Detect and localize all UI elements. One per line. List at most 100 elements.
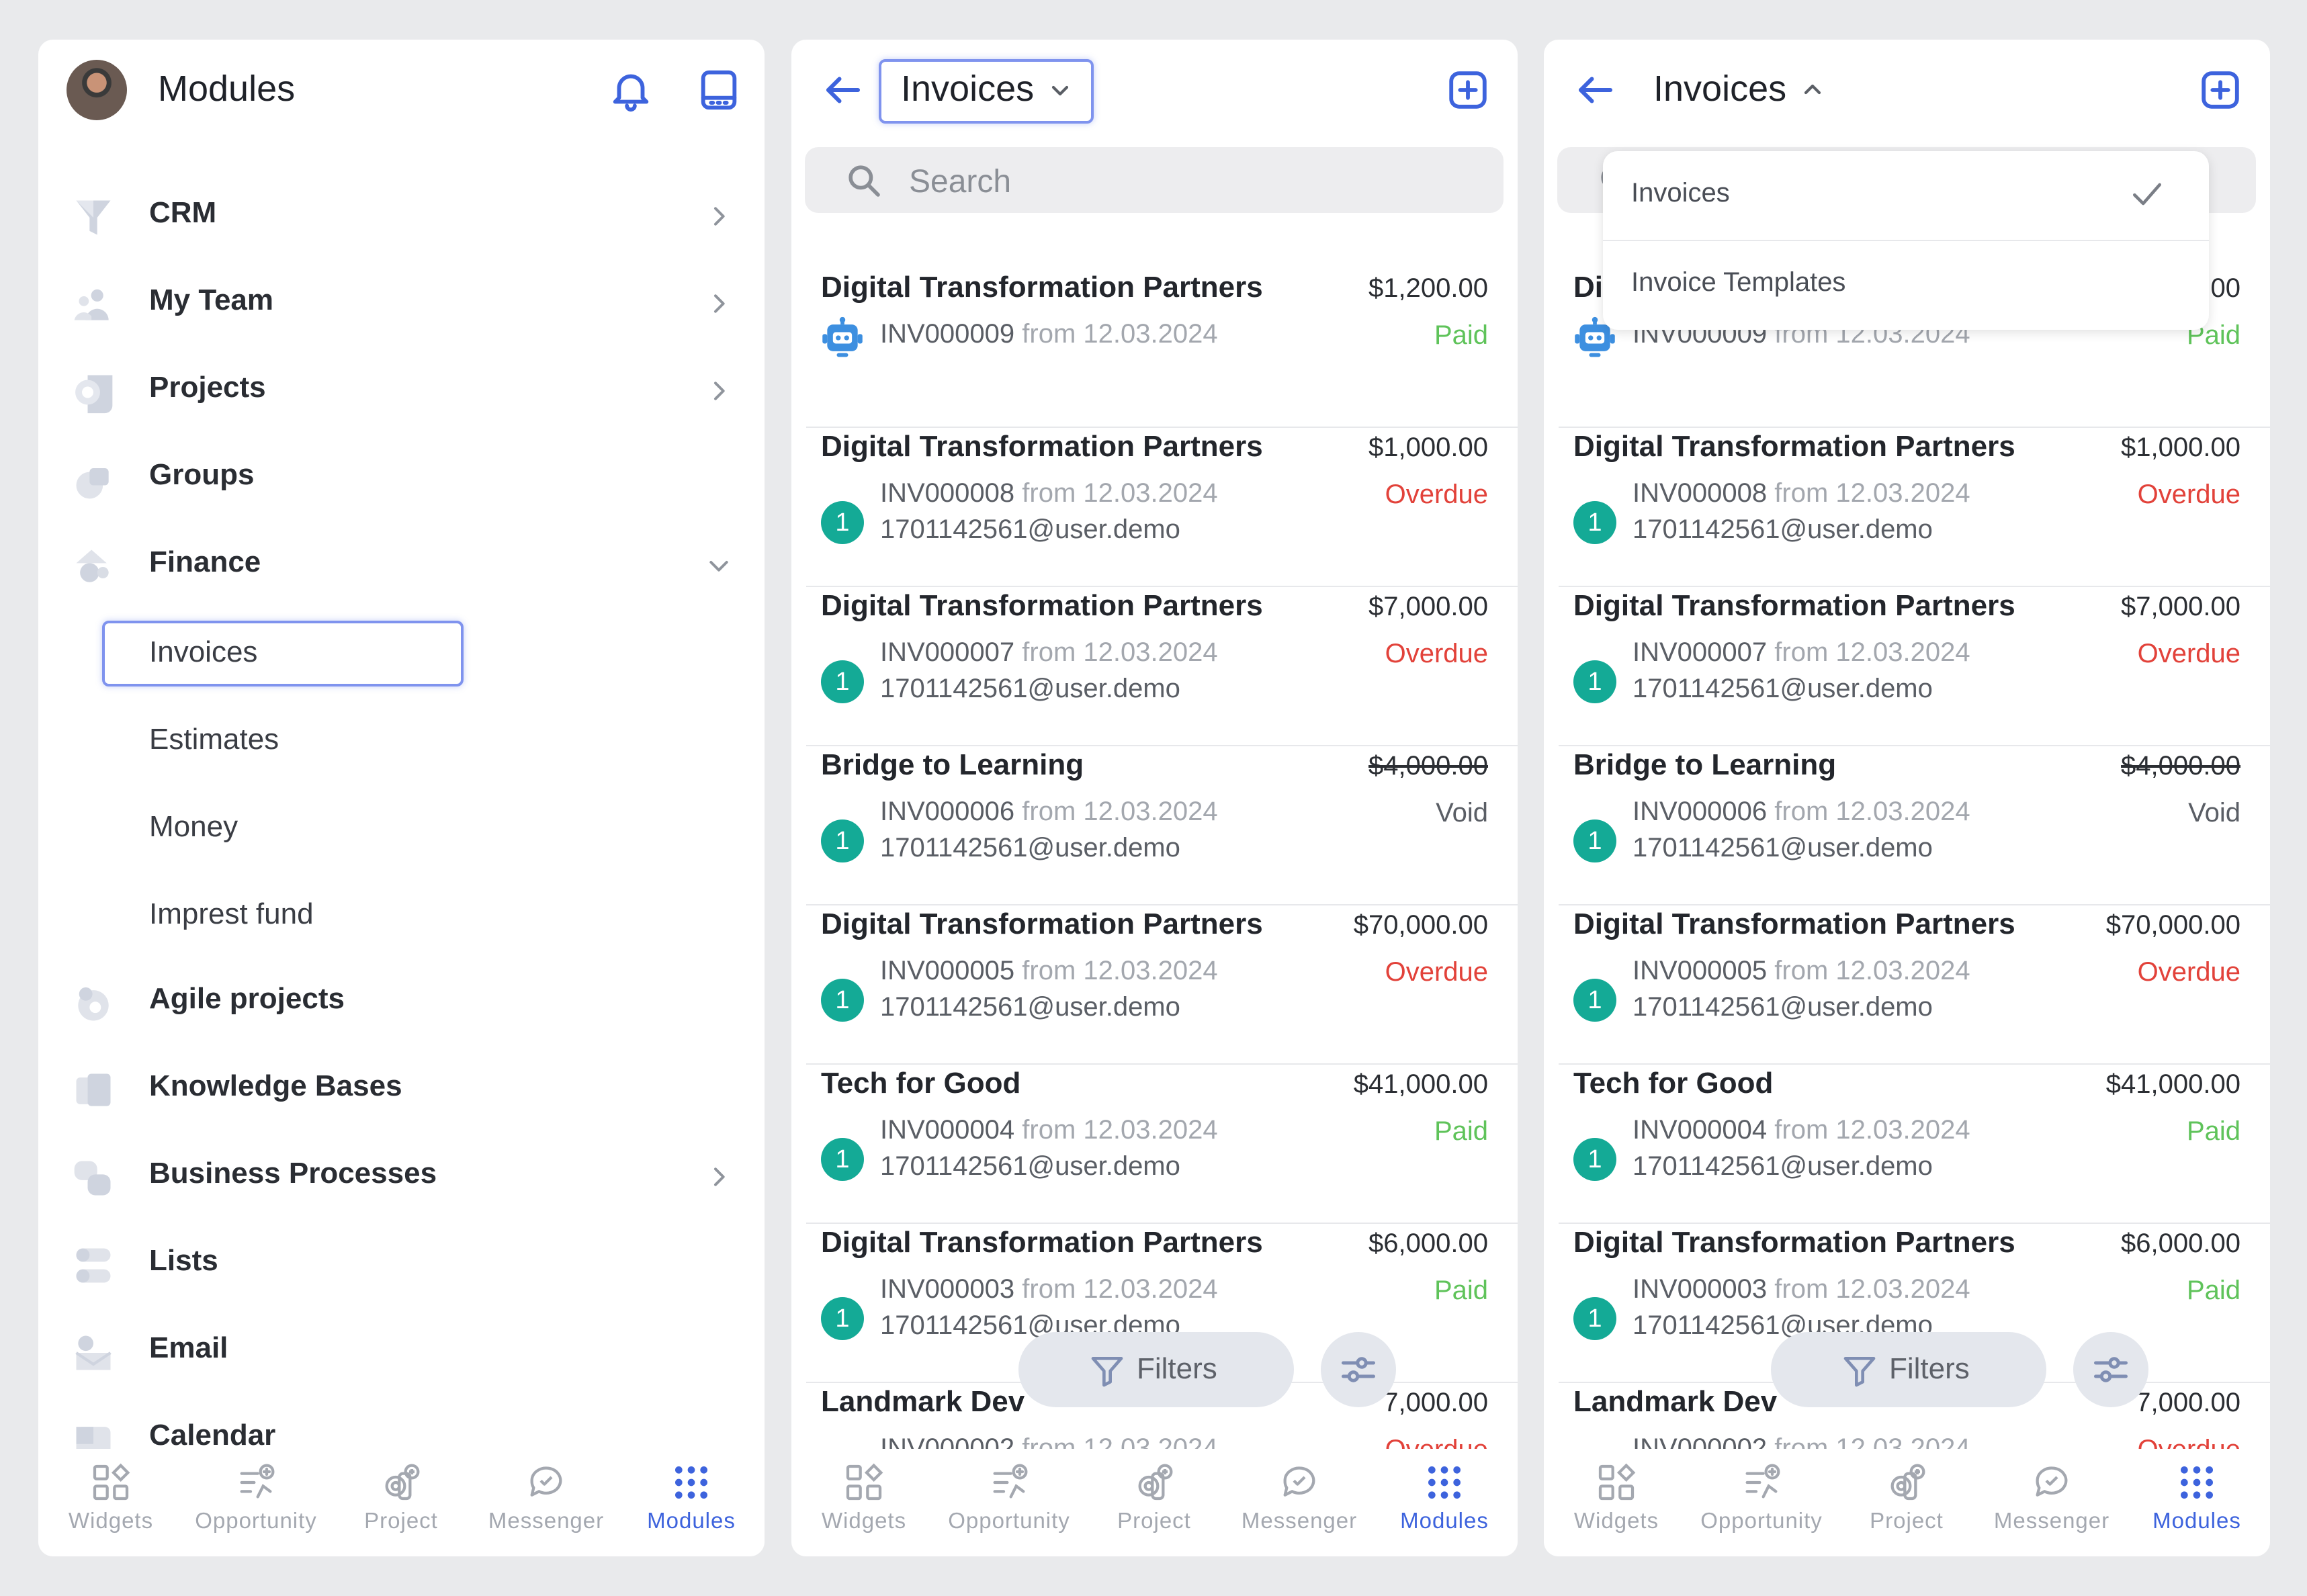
invoice-amount: $7,000.00	[1368, 592, 1488, 621]
invoice-email: 1701142561@user.demo	[880, 1151, 1180, 1181]
search-placeholder: Search	[909, 164, 1012, 200]
add-icon[interactable]	[2197, 66, 2244, 114]
invoice-amount: $41,000.00	[1353, 1069, 1488, 1099]
invoice-number: INV000008 from 12.03.2024	[1633, 478, 1970, 508]
page-title[interactable]: Invoices	[1653, 68, 1786, 109]
invoice-client: Bridge to Learning	[1573, 748, 1837, 781]
invoice-email: 1701142561@user.demo	[1633, 833, 1933, 862]
menu-item-label: My Team	[149, 283, 274, 316]
invoice-row[interactable]: Digital Transformation Partners $70,000.0…	[791, 905, 1518, 1065]
menu-item-knowledge-bases[interactable]: Knowledge Bases	[38, 1053, 765, 1127]
invoice-email: 1701142561@user.demo	[880, 833, 1180, 862]
menu-item-email[interactable]: Email	[38, 1315, 765, 1389]
menu-item-groups[interactable]: Groups	[38, 442, 765, 516]
nav-tab-project[interactable]: Project	[1082, 1456, 1227, 1550]
finance-icon	[71, 544, 116, 590]
invoice-row[interactable]: Tech for Good $41,000.00 INV000004 from 12…	[1544, 1064, 2270, 1224]
invoice-email: 1701142561@user.demo	[1633, 515, 1933, 544]
invoice-row[interactable]: Digital Transformation Partners $7,000.00…	[791, 586, 1518, 746]
invoice-row[interactable]: Bridge to Learning $4,000.00 INV000006 fro…	[1544, 746, 2270, 905]
bell-icon[interactable]	[607, 66, 654, 114]
invoice-amount: $4,000.00	[1368, 751, 1488, 781]
chevron-down-icon[interactable]	[705, 552, 732, 579]
settings-sliders-button[interactable]	[2073, 1332, 2148, 1407]
invoice-id: INV000005	[1633, 956, 1768, 985]
menu-item-projects[interactable]: Projects	[38, 355, 765, 429]
nav-tab-widgets[interactable]: Widgets	[38, 1456, 183, 1550]
back-arrow-icon[interactable]	[1573, 68, 1618, 112]
filters-button[interactable]: Filters	[1018, 1332, 1294, 1407]
submenu-item-money[interactable]: Money	[38, 791, 765, 865]
nav-tab-modules[interactable]: Modules	[619, 1456, 764, 1550]
invoice-row[interactable]: Digital Transformation Partners $7,000.00…	[1544, 586, 2270, 746]
invoice-amount: 7,000.00	[1383, 1388, 1488, 1417]
invoice-date: from 12.03.2024	[1774, 1115, 1970, 1145]
submenu-item-invoices[interactable]: Invoices	[38, 617, 765, 691]
status-badge: Overdue	[1385, 639, 1488, 668]
invoice-row[interactable]: Digital Transformation Partners $1,200.00…	[791, 268, 1518, 428]
invoice-row[interactable]: Bridge to Learning $4,000.00 INV000006 fro…	[791, 746, 1518, 905]
chevron-up-icon[interactable]	[1799, 76, 1826, 103]
invoice-amount: 7,000.00	[2136, 1388, 2240, 1417]
filters-button[interactable]: Filters	[1771, 1332, 2046, 1407]
menu-item-crm[interactable]: CRM	[38, 180, 765, 254]
menu-item-my-team[interactable]: My Team	[38, 267, 765, 341]
bottom-nav: Widgets Opportunity Project Messenger Module…	[1544, 1449, 2270, 1556]
nav-tab-opportunity[interactable]: Opportunity	[183, 1456, 329, 1550]
nav-tab-messenger[interactable]: Messenger	[474, 1456, 619, 1550]
menu-item-label: Lists	[149, 1244, 218, 1277]
chevron-right-icon[interactable]	[705, 290, 732, 317]
invoice-row[interactable]: Digital Transformation Partners $1,000.00…	[791, 427, 1518, 587]
back-arrow-icon[interactable]	[821, 68, 865, 112]
settings-sliders-button[interactable]	[1321, 1332, 1396, 1407]
menu-item-agile-projects[interactable]: Agile projects	[38, 966, 765, 1040]
nav-tab-opportunity[interactable]: Opportunity	[937, 1456, 1082, 1550]
avatar-badge: 1	[821, 501, 864, 544]
dropdown-option-invoices[interactable]: Invoices	[1603, 151, 2209, 240]
page-title: Modules	[158, 69, 296, 109]
chevron-right-icon[interactable]	[705, 1163, 732, 1190]
nav-tab-modules[interactable]: Modules	[2124, 1456, 2269, 1550]
avatar-badge: 1	[821, 660, 864, 703]
add-icon[interactable]	[1444, 66, 1491, 114]
status-badge: Paid	[1434, 1116, 1488, 1146]
search-input[interactable]: Search	[805, 147, 1504, 213]
submenu-item-estimates[interactable]: Estimates	[38, 704, 765, 778]
nav-tab-widgets[interactable]: Widgets	[791, 1456, 937, 1550]
menu-item-business-processes[interactable]: Business Processes	[38, 1141, 765, 1214]
nav-tab-modules[interactable]: Modules	[1372, 1456, 1517, 1550]
project-icon	[1885, 1461, 1928, 1504]
invoice-number: INV000006 from 12.03.2024	[880, 797, 1218, 827]
dropdown-option-invoice-templates[interactable]: Invoice Templates	[1603, 240, 2209, 330]
invoice-row[interactable]: Tech for Good $41,000.00 INV000004 from 12…	[791, 1064, 1518, 1224]
invoice-client: Digital Transformation Partners	[821, 1226, 1263, 1259]
invoice-id: INV000004	[1633, 1115, 1768, 1145]
nav-tab-label: Widgets	[68, 1508, 154, 1533]
avatar[interactable]	[67, 60, 127, 120]
nav-tab-project[interactable]: Project	[1834, 1456, 1979, 1550]
filters-label: Filters	[1889, 1352, 1970, 1385]
menu-item-finance[interactable]: Finance	[38, 529, 765, 603]
menu-item-lists[interactable]: Lists	[38, 1228, 765, 1302]
chevron-right-icon[interactable]	[705, 203, 732, 230]
submenu-item-imprest-fund[interactable]: Imprest fund	[38, 879, 765, 952]
invoice-email: 1701142561@user.demo	[1633, 1151, 1933, 1181]
nav-tab-opportunity[interactable]: Opportunity	[1689, 1456, 1834, 1550]
invoice-date: from 12.03.2024	[1774, 956, 1970, 985]
nav-tab-project[interactable]: Project	[329, 1456, 474, 1550]
nav-tab-messenger[interactable]: Messenger	[1979, 1456, 2124, 1550]
nav-tab-messenger[interactable]: Messenger	[1227, 1456, 1372, 1550]
nav-tab-widgets[interactable]: Widgets	[1544, 1456, 1689, 1550]
menu-item-label: CRM	[149, 196, 217, 229]
chevron-down-icon[interactable]	[1047, 77, 1074, 104]
avatar-badge: 1	[1573, 660, 1616, 703]
invoice-client: Digital Transformation Partners	[1573, 907, 2015, 940]
nav-tab-label: Messenger	[1241, 1508, 1358, 1533]
panel-icon[interactable]	[695, 66, 742, 114]
page-title[interactable]: Invoices	[901, 68, 1034, 109]
opportunity-icon	[1740, 1461, 1783, 1504]
invoice-row[interactable]: Digital Transformation Partners $70,000.0…	[1544, 905, 2270, 1065]
status-badge: Void	[2188, 798, 2240, 828]
chevron-right-icon[interactable]	[705, 378, 732, 404]
invoice-row[interactable]: Digital Transformation Partners $1,000.00…	[1544, 427, 2270, 587]
